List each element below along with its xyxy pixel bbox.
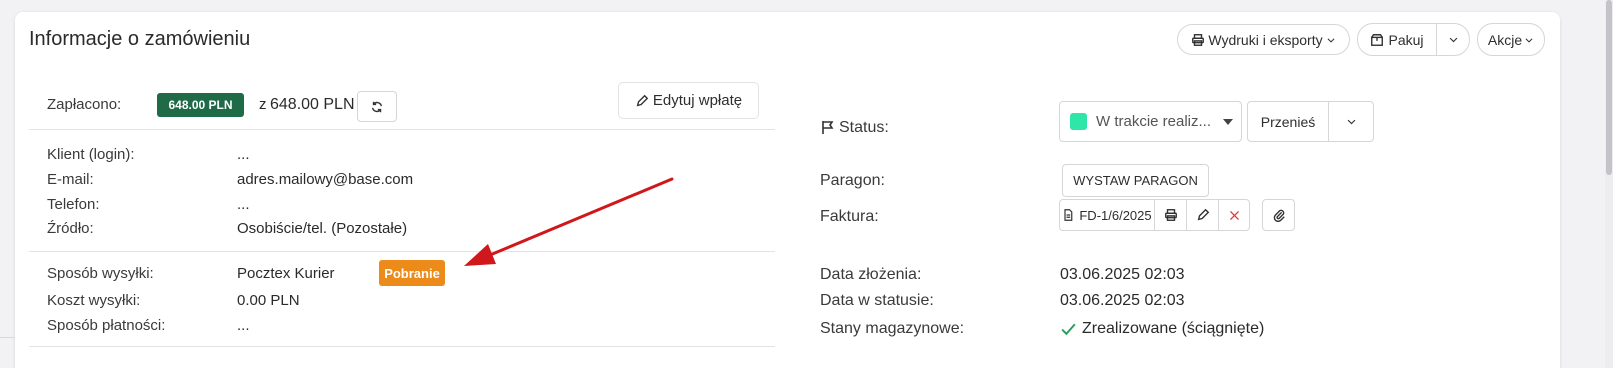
customer-email-value: adres.mailowy@base.com (237, 171, 414, 188)
invoice-number-button[interactable]: FD-1/6/2025 (1059, 199, 1155, 231)
scrollbar-thumb[interactable] (1606, 0, 1612, 175)
delete-invoice-button[interactable] (1218, 199, 1250, 231)
status-label: Status: (839, 119, 889, 136)
invoice-number: FD-1/6/2025 (1079, 207, 1152, 223)
total-amount: 648.00 PLN (270, 96, 355, 113)
status-color-swatch (1070, 113, 1087, 130)
paperclip-icon (1272, 208, 1286, 222)
payment-method-label: Sposób płatności: (47, 317, 166, 334)
chevron-down-icon (1448, 34, 1459, 45)
status-date-value: 03.06.2025 02:03 (1060, 292, 1185, 309)
invoice-label: Faktura: (820, 208, 879, 225)
print-invoice-button[interactable] (1154, 199, 1187, 231)
cod-badge: Pobranie (379, 260, 445, 286)
created-date-value: 03.06.2025 02:03 (1060, 266, 1185, 283)
edit-invoice-button[interactable] (1186, 199, 1219, 231)
shipping-method-label: Sposób wysyłki: (47, 265, 154, 282)
attach-button[interactable] (1262, 199, 1295, 231)
divider (29, 346, 775, 347)
status-value: W trakcie realiz... (1096, 113, 1212, 130)
divider (0, 337, 15, 338)
customer-login-label: Klient (login): (47, 146, 135, 163)
pack-dropdown-button[interactable] (1436, 23, 1470, 56)
flag-icon (820, 119, 836, 135)
edit-payment-label: Edytuj wpłatę (652, 92, 743, 109)
customer-source-label: Źródło: (47, 220, 94, 237)
refresh-icon (370, 100, 384, 114)
actions-button[interactable]: Akcje (1477, 23, 1545, 56)
check-icon (1060, 320, 1077, 337)
move-status-button[interactable]: Przenieś (1247, 101, 1329, 142)
refresh-payment-button[interactable] (357, 91, 397, 122)
pencil-icon (635, 94, 649, 108)
chevron-down-icon (1346, 116, 1357, 127)
move-dropdown-button[interactable] (1328, 101, 1374, 142)
printer-icon (1164, 208, 1178, 222)
stock-value: Zrealizowane (ściągnięte) (1082, 320, 1265, 337)
payment-method-value: ... (237, 317, 250, 334)
order-info-panel (15, 12, 1560, 368)
edit-payment-button[interactable]: Edytuj wpłatę (618, 82, 759, 119)
issue-receipt-label: WYSTAW PARAGON (1073, 173, 1198, 188)
created-date-label: Data złożenia: (820, 266, 922, 283)
divider (29, 129, 775, 130)
pack-button[interactable]: Pakuj (1357, 23, 1437, 56)
of-prefix: z (259, 96, 267, 113)
customer-phone-label: Telefon: (47, 196, 100, 213)
box-icon (1370, 33, 1384, 47)
caret-down-icon (1223, 119, 1233, 125)
pencil-icon (1196, 208, 1210, 222)
page-title: Informacje o zamówieniu (29, 28, 251, 50)
prints-exports-label: Wydruki i eksporty (1208, 31, 1323, 48)
document-icon (1062, 209, 1074, 221)
paid-amount-badge: 648.00 PLN (157, 93, 244, 117)
issue-receipt-button[interactable]: WYSTAW PARAGON (1062, 164, 1209, 197)
chevron-down-icon (1326, 35, 1336, 45)
actions-label: Akcje (1487, 31, 1523, 48)
paid-label: Zapłacono: (47, 96, 122, 113)
customer-source-value: Osobiście/tel. (Pozostałe) (237, 220, 408, 237)
chevron-down-icon (1524, 35, 1534, 45)
shipping-method-value: Pocztex Kurier (237, 265, 335, 282)
shipping-cost-label: Koszt wysyłki: (47, 292, 141, 309)
receipt-label: Paragon: (820, 172, 885, 189)
customer-login-value: ... (237, 146, 250, 163)
printer-icon (1191, 33, 1205, 47)
stock-label: Stany magazynowe: (820, 320, 965, 337)
customer-phone-value: ... (237, 196, 250, 213)
customer-email-label: E-mail: (47, 171, 94, 188)
prints-exports-button[interactable]: Wydruki i eksporty (1177, 24, 1350, 55)
pack-label: Pakuj (1388, 31, 1424, 48)
move-label: Przenieś (1260, 113, 1316, 130)
shipping-cost-value: 0.00 PLN (237, 292, 300, 309)
status-select[interactable]: W trakcie realiz... (1059, 101, 1242, 142)
annotation-arrow (464, 177, 674, 266)
status-date-label: Data w statusie: (820, 292, 934, 309)
close-icon (1228, 209, 1241, 222)
